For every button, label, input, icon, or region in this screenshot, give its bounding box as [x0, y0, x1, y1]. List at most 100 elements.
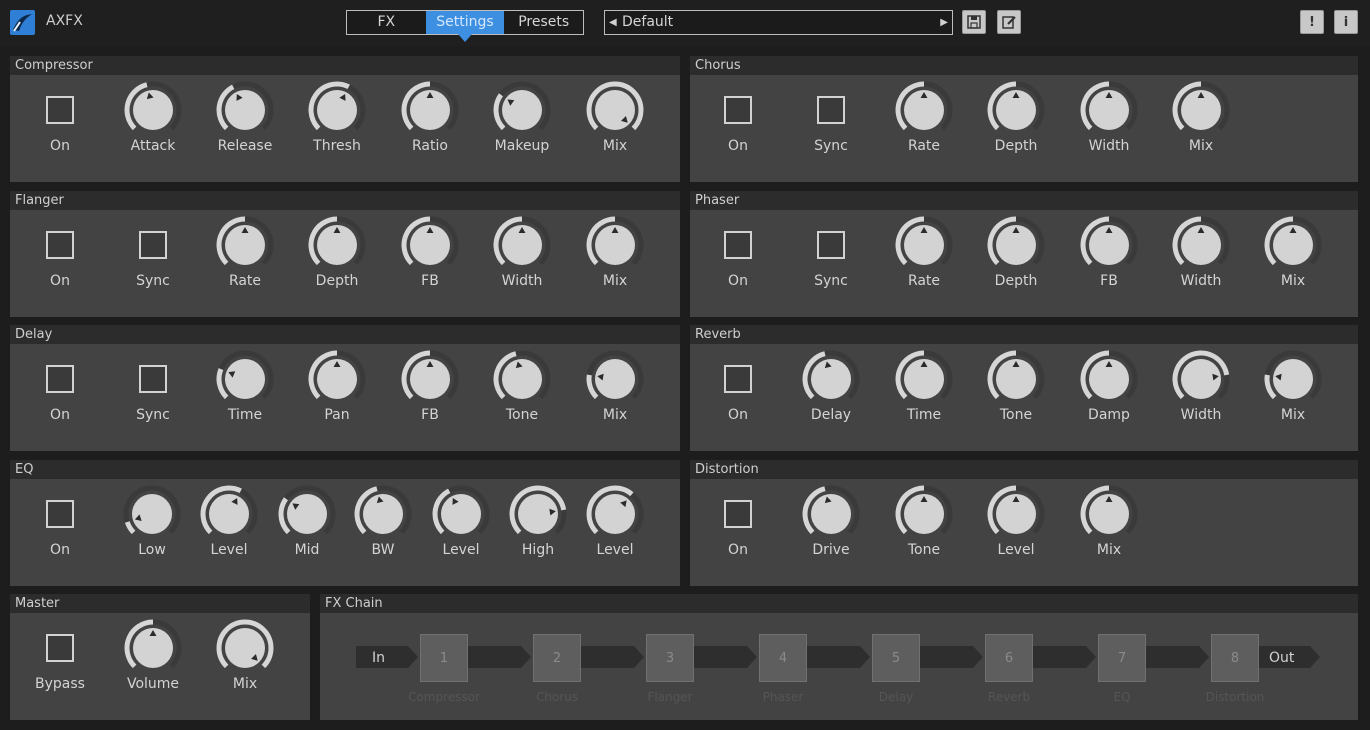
compressor-ratio-knob[interactable]	[400, 80, 460, 140]
distortion-mix-knob[interactable]	[1079, 484, 1139, 544]
compressor-release-knob[interactable]	[215, 80, 275, 140]
top-bar: AXFX FX Settings Presets ◀ Default ▶ ! i	[0, 0, 1370, 46]
compressor-makeup-control: Makeup	[482, 64, 562, 174]
chorus-depth-knob[interactable]	[986, 80, 1046, 140]
compressor-makeup-knob[interactable]	[492, 80, 552, 140]
reverb-tone-knob[interactable]	[986, 349, 1046, 409]
preset-prev-icon[interactable]: ◀	[609, 11, 617, 34]
chorus-width-knob[interactable]	[1079, 80, 1139, 140]
chain-slot-name: Phaser	[762, 690, 804, 704]
eq-level-control: Level	[421, 468, 501, 578]
tab-settings[interactable]: Settings	[425, 11, 505, 42]
eq-mid-knob[interactable]	[277, 484, 337, 544]
distortion-level-control: Level	[976, 468, 1056, 578]
chorus-sync-checkbox[interactable]	[817, 96, 845, 124]
eq-on-control: On	[20, 468, 100, 578]
compressor-thresh-knob[interactable]	[307, 80, 367, 140]
reverb-time-knob[interactable]	[894, 349, 954, 409]
reverb-mix-knob[interactable]	[1263, 349, 1323, 409]
chain-slot[interactable]: 7	[1098, 634, 1146, 682]
flanger-width-knob[interactable]	[492, 215, 552, 275]
info-icon: i	[1343, 14, 1349, 30]
flanger-mix-knob[interactable]	[585, 215, 645, 275]
reverb-damp-knob[interactable]	[1079, 349, 1139, 409]
compressor-on-checkbox[interactable]	[46, 96, 74, 124]
tab-fx[interactable]: FX	[347, 11, 426, 34]
chain-arrow-in	[356, 646, 418, 668]
preset-next-icon[interactable]: ▶	[940, 11, 948, 34]
master-bypass-label: Bypass	[35, 676, 85, 692]
flanger-depth-knob[interactable]	[307, 215, 367, 275]
phaser-sync-checkbox[interactable]	[817, 231, 845, 259]
knob-body	[225, 90, 265, 130]
delay-mix-knob[interactable]	[585, 349, 645, 409]
eq-level-control: Level	[189, 468, 269, 578]
phaser-rate-knob[interactable]	[894, 215, 954, 275]
chain-slot[interactable]: 3	[646, 634, 694, 682]
eq-low-knob[interactable]	[122, 484, 182, 544]
reverb-on-checkbox[interactable]	[724, 365, 752, 393]
delay-fb-knob[interactable]	[400, 349, 460, 409]
phaser-mix-knob[interactable]	[1263, 215, 1323, 275]
chain-slot[interactable]: 5	[872, 634, 920, 682]
chain-slot[interactable]: 8	[1211, 634, 1259, 682]
eq-level-knob[interactable]	[199, 484, 259, 544]
distortion-level-knob[interactable]	[986, 484, 1046, 544]
delay-fb-control: FB	[390, 333, 470, 443]
flanger-on-checkbox[interactable]	[46, 231, 74, 259]
delay-time-knob[interactable]	[215, 349, 275, 409]
distortion-mix-control: Mix	[1069, 468, 1149, 578]
eq-on-checkbox[interactable]	[46, 500, 74, 528]
knob-body	[595, 90, 635, 130]
reverb-delay-knob[interactable]	[801, 349, 861, 409]
delay-tone-knob[interactable]	[492, 349, 552, 409]
compressor-mix-knob[interactable]	[585, 80, 645, 140]
eq-high-control: High	[498, 468, 578, 578]
chorus-on-control: On	[698, 64, 778, 174]
edit-preset-button[interactable]	[997, 10, 1021, 34]
chain-slot-name: Compressor	[408, 690, 480, 704]
tab-presets[interactable]: Presets	[504, 11, 583, 34]
eq-bw-knob[interactable]	[353, 484, 413, 544]
phaser-fb-knob[interactable]	[1079, 215, 1139, 275]
phaser-width-knob[interactable]	[1171, 215, 1231, 275]
distortion-on-label: On	[728, 542, 748, 558]
distortion-on-checkbox[interactable]	[724, 500, 752, 528]
eq-level-knob[interactable]	[431, 484, 491, 544]
chorus-rate-knob[interactable]	[894, 80, 954, 140]
eq-level-knob[interactable]	[585, 484, 645, 544]
distortion-drive-knob[interactable]	[801, 484, 861, 544]
master-volume-knob[interactable]	[123, 618, 183, 678]
distortion-tone-label: Tone	[907, 542, 941, 558]
reverb-width-control: Width	[1161, 333, 1241, 443]
chain-slot[interactable]: 4	[759, 634, 807, 682]
save-preset-button[interactable]	[962, 10, 986, 34]
chain-arrow	[807, 646, 870, 668]
eq-high-knob[interactable]	[508, 484, 568, 544]
warning-button[interactable]: !	[1300, 10, 1324, 34]
chain-slot[interactable]: 2	[533, 634, 581, 682]
phaser-depth-knob[interactable]	[986, 215, 1046, 275]
master-bypass-checkbox[interactable]	[46, 634, 74, 662]
delay-on-checkbox[interactable]	[46, 365, 74, 393]
master-mix-knob[interactable]	[215, 618, 275, 678]
chorus-panel: Chorus On Sync Rate Depth Width Mix	[690, 56, 1358, 182]
chorus-mix-knob[interactable]	[1171, 80, 1231, 140]
phaser-on-checkbox[interactable]	[724, 231, 752, 259]
distortion-tone-knob[interactable]	[894, 484, 954, 544]
chain-slot[interactable]: 6	[985, 634, 1033, 682]
delay-sync-checkbox[interactable]	[139, 365, 167, 393]
delay-pan-knob[interactable]	[307, 349, 367, 409]
flanger-rate-knob[interactable]	[215, 215, 275, 275]
master-volume-label: Volume	[126, 676, 180, 692]
preset-selector[interactable]: ◀ Default ▶	[604, 10, 953, 35]
distortion-panel: Distortion On Drive Tone Level Mix	[690, 460, 1358, 586]
reverb-damp-control: Damp	[1069, 333, 1149, 443]
chain-slot[interactable]: 1	[420, 634, 468, 682]
flanger-fb-knob[interactable]	[400, 215, 460, 275]
chorus-on-checkbox[interactable]	[724, 96, 752, 124]
flanger-sync-checkbox[interactable]	[139, 231, 167, 259]
compressor-attack-knob[interactable]	[123, 80, 183, 140]
info-button[interactable]: i	[1334, 10, 1358, 34]
reverb-width-knob[interactable]	[1171, 349, 1231, 409]
